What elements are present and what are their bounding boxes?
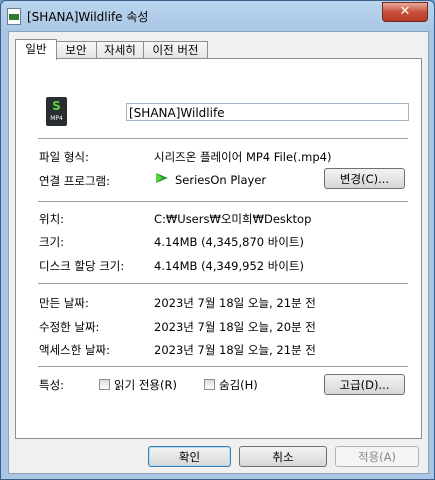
cancel-button[interactable]: 취소 [239, 446, 327, 467]
file-icon-small [7, 8, 21, 25]
modified-label: 수정한 날짜: [39, 320, 100, 334]
disk-size-value: 4.14MB (4,349,952 바이트) [154, 259, 304, 273]
created-value: 2023년 7월 18일 오늘, 21분 전 [154, 296, 316, 310]
open-with-value: SeriesOn Player [175, 173, 267, 187]
title-bar[interactable]: [SHANA]Wildlife 속성 ✕ [1, 1, 434, 31]
advanced-button[interactable]: 고급(D)... [324, 374, 405, 395]
disk-size-label: 디스크 할당 크기: [39, 259, 125, 273]
separator [38, 366, 408, 367]
readonly-checkbox[interactable] [99, 379, 110, 390]
location-value: C:₩Users₩오미희₩Desktop [154, 212, 312, 226]
tab-general[interactable]: 일반 [15, 39, 57, 60]
ok-button[interactable]: 확인 [148, 446, 231, 467]
window-title: [SHANA]Wildlife 속성 [27, 10, 149, 24]
attributes-label: 특성: [39, 378, 65, 392]
tab-security[interactable]: 보안 [55, 41, 97, 59]
location-label: 위치: [39, 212, 65, 226]
separator [38, 138, 408, 139]
dialog-body: 일반 보안 자세히 이전 버전 S MP4 [SHANA]Wildlife 파일… [8, 31, 429, 474]
mp4-file-icon: S MP4 [46, 97, 67, 126]
seriesontplayer-icon [156, 173, 168, 183]
tab-details[interactable]: 자세히 [96, 41, 144, 59]
separator [38, 283, 408, 284]
file-type-label: 파일 형식: [39, 150, 89, 164]
accessed-value: 2023년 7월 18일 오늘, 21분 전 [154, 343, 316, 357]
close-button[interactable]: ✕ [382, 2, 428, 22]
accessed-label: 액세스한 날짜: [39, 343, 111, 357]
separator [38, 201, 408, 202]
readonly-label[interactable]: 읽기 전용(R) [114, 377, 177, 393]
apply-button[interactable]: 적용(A) [335, 446, 419, 467]
size-label: 크기: [39, 235, 65, 249]
open-with-label: 연결 프로그램: [39, 174, 111, 188]
hidden-checkbox[interactable] [204, 379, 215, 390]
properties-window: [SHANA]Wildlife 속성 ✕ 일반 보안 자세히 이전 버전 S M… [0, 0, 435, 480]
file-name-input[interactable]: [SHANA]Wildlife [126, 103, 409, 121]
close-icon: ✕ [399, 4, 411, 19]
change-button[interactable]: 변경(C)... [324, 168, 405, 189]
size-value: 4.14MB (4,345,870 바이트) [154, 235, 304, 249]
tab-previous-versions[interactable]: 이전 버전 [143, 41, 208, 59]
file-type-value: 시리즈온 플레이어 MP4 File(.mp4) [154, 150, 332, 164]
modified-value: 2023년 7월 18일 오늘, 20분 전 [154, 320, 316, 334]
hidden-label[interactable]: 숨김(H) [219, 377, 258, 393]
general-panel: S MP4 [SHANA]Wildlife 파일 형식: 시리즈온 플레이어 M… [15, 58, 422, 439]
created-label: 만든 날짜: [39, 296, 89, 310]
